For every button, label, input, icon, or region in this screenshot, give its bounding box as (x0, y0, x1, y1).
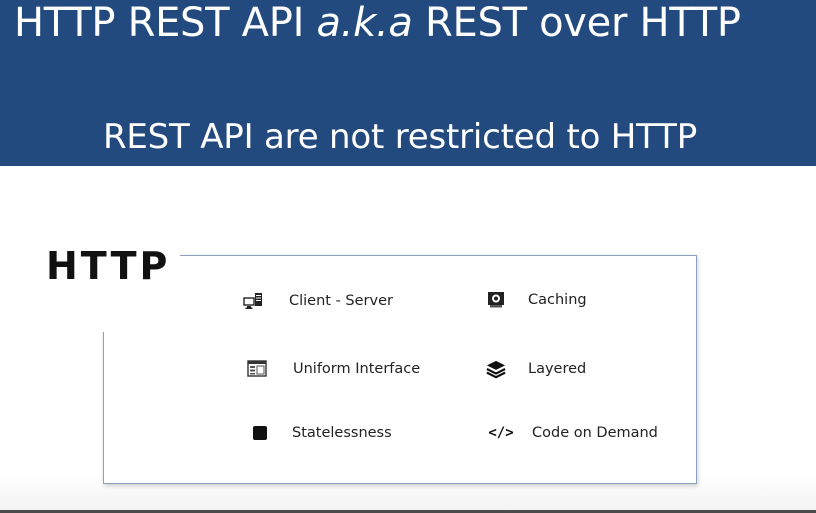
stateless-icon (250, 423, 270, 443)
title-prefix: HTTP REST API (14, 0, 317, 46)
slide: HTTP REST API a.k.a REST over HTTP REST … (0, 0, 816, 513)
feature-code-on-demand: </> Code on Demand (486, 423, 658, 443)
layers-icon (486, 359, 506, 379)
uniform-interface-icon (247, 359, 267, 379)
client-server-icon (243, 291, 263, 311)
code-icon: </> (488, 425, 514, 441)
feature-label: Layered (528, 361, 587, 377)
feature-statelessness: Statelessness (250, 423, 392, 443)
feature-label: Code on Demand (532, 425, 658, 441)
feature-layered: Layered (486, 359, 586, 379)
slide-subtitle: REST API are not restricted to HTTP (102, 117, 698, 157)
title-suffix: REST over HTTP (412, 0, 741, 46)
http-label: HTTP (46, 244, 171, 288)
feature-label: Caching (528, 292, 587, 308)
feature-client-server: Client - Server (243, 291, 393, 311)
slide-title: HTTP REST API a.k.a REST over HTTP (14, 0, 741, 48)
feature-label: Uniform Interface (293, 361, 421, 377)
feature-uniform-interface: Uniform Interface (247, 359, 420, 379)
feature-caching: Caching (486, 290, 587, 310)
title-banner: HTTP REST API a.k.a REST over HTTP REST … (0, 0, 816, 166)
feature-label: Statelessness (292, 425, 392, 441)
feature-label: Client - Server (289, 293, 393, 309)
caching-icon (486, 290, 506, 310)
title-aka: a.k.a (316, 0, 413, 46)
